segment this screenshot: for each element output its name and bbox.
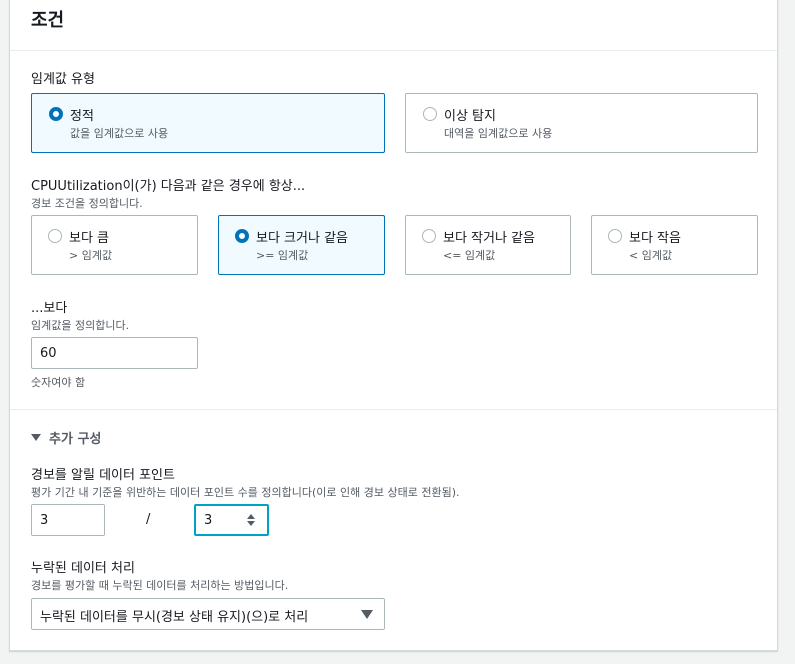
additional-config-toggle[interactable]: 추가 구성 [31,428,101,447]
condition-less-tile[interactable]: 보다 작음 < 임계값 [591,215,758,275]
missing-data-selected-value: 누락된 데이터를 무시(경보 상태 유지)(으)로 처리 [40,610,309,625]
missing-data-desc: 경보를 평가할 때 누락된 데이터를 처리하는 방법입니다. [31,579,289,592]
spinner-arrows-icon[interactable] [246,513,256,527]
datapoints-separator: / [146,512,151,527]
threshold-value-desc: 임계값을 정의합니다. [31,319,130,332]
datapoints-label: 경보를 알릴 데이터 포인트 [31,468,175,483]
section-divider [10,409,777,410]
missing-data-select[interactable]: 누락된 데이터를 무시(경보 상태 유지)(으)로 처리 [31,598,385,630]
condition-greater-tile[interactable]: 보다 큼 > 임계값 [31,215,198,275]
datapoints-desc: 평가 기간 내 기준을 위반하는 데이터 포인트 수를 정의합니다(이로 인해 … [31,486,460,499]
dropdown-caret-icon [361,610,373,619]
tile-title: 정적 [70,109,94,124]
radio-anomaly[interactable] [423,107,437,121]
tile-desc: <= 임계값 [443,249,496,262]
tile-desc: 값을 임계값으로 사용 [70,127,169,140]
condition-desc: 경보 조건을 정의합니다. [31,197,143,210]
tile-desc: < 임계값 [629,249,673,262]
threshold-type-anomaly-tile[interactable]: 이상 탐지 대역을 임계값으로 사용 [405,93,758,153]
condition-greater-equal-tile[interactable]: 보다 크거나 같음 >= 임계값 [218,215,385,275]
radio-less[interactable] [608,229,622,243]
panel-header: 조건 [10,0,777,51]
threshold-type-static-tile[interactable]: 정적 값을 임계값으로 사용 [31,93,385,153]
threshold-type-label: 임계값 유형 [31,72,95,87]
missing-data-label: 누락된 데이터 처리 [31,561,135,576]
tile-desc: >= 임계값 [256,249,309,262]
tile-desc: > 임계값 [69,249,113,262]
radio-static[interactable] [49,107,63,121]
evaluation-periods-input[interactable] [194,504,269,536]
tile-title: 보다 큼 [69,231,110,246]
additional-config-label: 추가 구성 [49,432,102,447]
tile-title: 이상 탐지 [444,109,496,124]
radio-greater-equal[interactable] [235,229,249,243]
tile-title: 보다 작음 [629,231,681,246]
tile-title: 보다 크거나 같음 [256,231,348,246]
radio-less-equal[interactable] [422,229,436,243]
threshold-value-input[interactable] [31,337,198,369]
datapoints-count-input[interactable] [31,504,105,536]
panel-title: 조건 [31,10,65,31]
conditions-panel: 조건 임계값 유형 정적 값을 임계값으로 사용 이상 탐지 대역을 임계값으로… [9,0,778,651]
tile-title: 보다 작거나 같음 [443,231,535,246]
threshold-value-hint: 숫자여야 함 [31,376,86,389]
tile-desc: 대역을 임계값으로 사용 [444,127,553,140]
condition-label: CPUUtilization이(가) 다음과 같은 경우에 항상... [31,179,306,194]
condition-less-equal-tile[interactable]: 보다 작거나 같음 <= 임계값 [405,215,571,275]
caret-down-icon [31,434,41,441]
threshold-value-label: ...보다 [31,301,68,316]
radio-greater[interactable] [48,229,62,243]
